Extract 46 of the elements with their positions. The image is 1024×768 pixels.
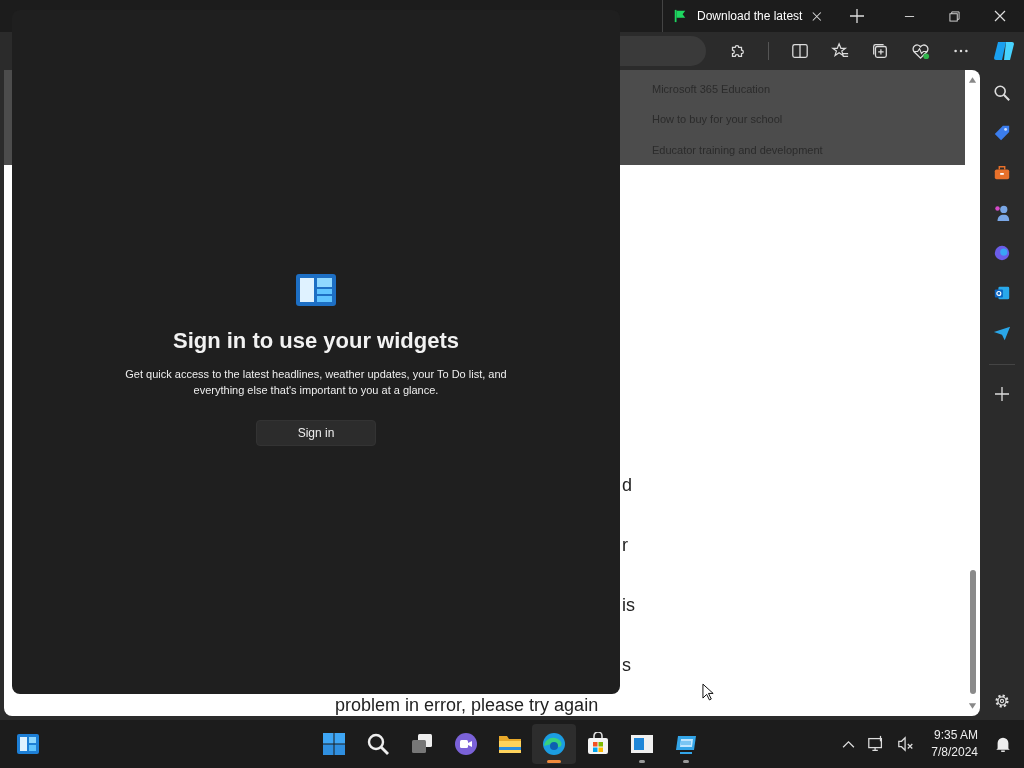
widgets-icon[interactable] xyxy=(16,732,40,756)
chat-icon xyxy=(454,732,478,756)
widgets-icon xyxy=(296,274,336,306)
search-icon[interactable] xyxy=(993,84,1011,102)
tag-icon[interactable] xyxy=(993,124,1011,142)
page-text: s xyxy=(622,654,631,677)
scroll-thumb[interactable] xyxy=(969,570,976,694)
restore-icon[interactable] xyxy=(949,10,960,22)
scroll-down-icon[interactable] xyxy=(968,702,977,710)
collections-icon[interactable] xyxy=(871,42,889,60)
page-text: d xyxy=(622,474,632,497)
clock-time[interactable]: 9:35 AM xyxy=(933,727,978,744)
paper-plane-icon[interactable] xyxy=(993,324,1011,342)
toolbox-icon[interactable] xyxy=(993,164,1011,182)
close-icon[interactable] xyxy=(812,10,822,22)
taskbar-app[interactable] xyxy=(532,724,576,764)
clock-date[interactable]: 7/8/2024 xyxy=(931,744,978,761)
sign-in-button[interactable]: Sign in xyxy=(256,420,376,446)
panel-heading: Sign in to use your widgets xyxy=(173,328,459,354)
search-icon xyxy=(366,732,390,756)
split-screen-icon[interactable] xyxy=(791,42,809,60)
person-icon[interactable] xyxy=(993,204,1011,222)
new-tab-icon[interactable] xyxy=(850,9,864,23)
copilot-icon[interactable] xyxy=(992,39,1016,63)
page-text: is xyxy=(622,594,635,617)
heart-pulse-icon[interactable] xyxy=(911,41,930,61)
browser-icon xyxy=(542,732,566,756)
chevron-up-icon[interactable] xyxy=(842,739,856,749)
store-bag-icon xyxy=(586,732,610,756)
speaker-muted-icon[interactable] xyxy=(897,735,916,753)
flag-icon xyxy=(673,8,687,24)
panel-description: Get quick access to the latest headlines, weather updates, your To Do list, and everything else that's important to you at a glance. xyxy=(124,367,508,398)
start-icon xyxy=(322,732,346,756)
settings-icon[interactable] xyxy=(993,692,1011,710)
page-text: problem in error, please try again xyxy=(335,695,599,715)
task-view-icon xyxy=(410,732,434,756)
favorites-icon[interactable] xyxy=(831,42,849,60)
mouse-cursor-icon xyxy=(702,683,715,702)
scroll-up-icon[interactable] xyxy=(968,76,977,84)
close-icon[interactable] xyxy=(994,10,1006,22)
window-app-icon xyxy=(630,732,654,756)
mail-app-icon[interactable] xyxy=(993,284,1011,302)
notification-bell-icon[interactable] xyxy=(994,735,1012,753)
swirl-icon[interactable] xyxy=(993,244,1011,262)
add-icon[interactable] xyxy=(995,387,1009,401)
page-text: r xyxy=(622,534,628,557)
